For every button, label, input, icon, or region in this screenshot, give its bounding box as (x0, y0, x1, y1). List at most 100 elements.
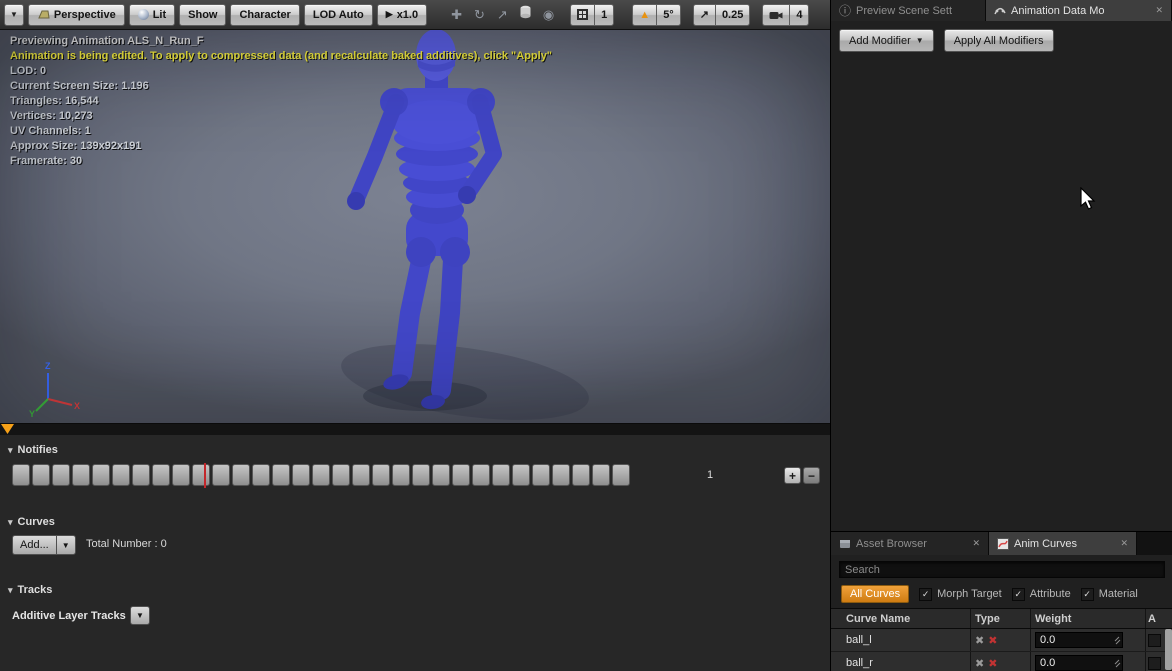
notify-track-cell[interactable] (452, 464, 470, 486)
edit-warning-text: Animation is being edited. To apply to c… (10, 49, 552, 64)
notify-track-cell[interactable] (352, 464, 370, 486)
scale-snap-toggle[interactable]: ↗ (693, 4, 715, 26)
material-filter[interactable]: ✓ Material (1081, 588, 1138, 601)
lod-auto-button[interactable]: LOD Auto (304, 4, 373, 26)
camera-speed-toggle[interactable] (762, 4, 789, 26)
framerate-text: Framerate: 30 (10, 154, 552, 169)
column-type[interactable]: Type (971, 609, 1031, 628)
translate-tool-icon[interactable]: ✚ (447, 7, 466, 23)
notify-track-cell[interactable] (592, 464, 610, 486)
column-auto[interactable]: A (1146, 613, 1172, 625)
weight-input[interactable]: 0.0 (1035, 655, 1123, 671)
close-tab-icon[interactable]: ✕ (1112, 538, 1128, 549)
notify-track-cell[interactable] (612, 464, 630, 486)
notify-track-cell[interactable] (272, 464, 290, 486)
playback-speed-button[interactable]: ▶ x1.0 (377, 4, 427, 26)
notify-track-cell[interactable] (432, 464, 450, 486)
notify-track-cell[interactable] (332, 464, 350, 486)
additive-tracks-dropdown[interactable]: ▼ (130, 606, 150, 625)
column-weight[interactable]: Weight (1031, 609, 1146, 628)
add-curve-button[interactable]: Add... (12, 535, 56, 555)
notify-track-cell[interactable] (92, 464, 110, 486)
search-input[interactable] (839, 561, 1165, 578)
notify-track-cell[interactable] (212, 464, 230, 486)
play-icon: ▶ (386, 9, 393, 20)
table-row[interactable]: ball_r ✖ ✖ 0.0 (831, 652, 1172, 671)
auto-checkbox[interactable] (1148, 634, 1161, 647)
tracks-header-label: Tracks (18, 584, 53, 596)
playhead[interactable] (204, 463, 206, 488)
notify-track-cell[interactable] (32, 464, 50, 486)
notify-track-cell[interactable] (232, 464, 250, 486)
notify-track-cells[interactable] (12, 464, 630, 488)
notify-track-cell[interactable] (532, 464, 550, 486)
character-mesh (0, 30, 830, 423)
viewport-options-button[interactable]: ▼ (4, 4, 24, 26)
camera-speed-group: 4 (762, 4, 809, 26)
notify-track-cell[interactable] (152, 464, 170, 486)
expander-icon: ▾ (8, 445, 13, 456)
angle-snap-value[interactable]: 5° (656, 4, 681, 26)
notify-track-cell[interactable] (552, 464, 570, 486)
morph-cross-icon: ✖ (975, 657, 984, 670)
character-label: Character (239, 9, 290, 21)
notify-track-cell[interactable] (132, 464, 150, 486)
apply-all-modifiers-button[interactable]: Apply All Modifiers (944, 29, 1054, 52)
column-curve-name[interactable]: Curve Name (831, 609, 971, 628)
notify-track-cell[interactable] (292, 464, 310, 486)
morph-target-filter[interactable]: ✓ Morph Target (919, 588, 1002, 601)
add-curve-dropdown[interactable]: ▼ (56, 535, 76, 555)
notify-track-cell[interactable] (72, 464, 90, 486)
notify-track-cell[interactable] (112, 464, 130, 486)
character-button[interactable]: Character (230, 4, 299, 26)
auto-checkbox[interactable] (1148, 657, 1161, 670)
angle-snap-toggle[interactable]: ▲ (632, 4, 656, 26)
lit-mode-button[interactable]: Lit (129, 4, 175, 26)
notify-track-cell[interactable] (12, 464, 30, 486)
notify-track-cell[interactable] (172, 464, 190, 486)
tracks-section-header[interactable]: ▾ Tracks (8, 584, 52, 596)
scale-snap-value[interactable]: 0.25 (715, 4, 750, 26)
weight-input[interactable]: 0.0 (1035, 632, 1123, 648)
notify-track-cell[interactable] (192, 464, 210, 486)
show-button[interactable]: Show (179, 4, 226, 26)
scale-tool-icon[interactable]: ↗ (493, 7, 512, 23)
tab-anim-curves[interactable]: Anim Curves ✕ (989, 532, 1137, 555)
close-tab-icon[interactable]: ✕ (964, 538, 980, 549)
total-number-label: Total Number : 0 (86, 538, 167, 550)
notify-track-cell[interactable] (472, 464, 490, 486)
grid-snap-value[interactable]: 1 (594, 4, 614, 26)
camera-speed-value[interactable]: 4 (789, 4, 809, 26)
notify-track-cell[interactable] (52, 464, 70, 486)
notify-track-cell[interactable] (312, 464, 330, 486)
notify-track-cell[interactable] (492, 464, 510, 486)
notify-track-cell[interactable] (372, 464, 390, 486)
notify-track-cell[interactable] (512, 464, 530, 486)
vertical-scrollbar[interactable] (1165, 629, 1172, 670)
rotate-tool-icon[interactable]: ↻ (470, 7, 489, 23)
add-modifier-button[interactable]: Add Modifier ▼ (839, 29, 934, 52)
surface-snap-icon[interactable]: ◉ (539, 7, 558, 23)
close-tab-icon[interactable]: ✕ (1147, 5, 1163, 16)
attribute-filter[interactable]: ✓ Attribute (1012, 588, 1071, 601)
add-notify-track-button[interactable]: + (784, 467, 801, 484)
grid-snap-toggle[interactable] (570, 4, 594, 26)
tab-asset-browser[interactable]: Asset Browser ✕ (831, 532, 989, 555)
all-curves-filter[interactable]: All Curves (841, 585, 909, 603)
tab-preview-scene-settings[interactable]: ⓘ Preview Scene Sett (831, 0, 986, 21)
curve-table-header: Curve Name Type Weight A (831, 608, 1172, 629)
coordinate-system-icon[interactable] (516, 5, 535, 24)
scrub-marker[interactable] (1, 424, 14, 434)
notifies-section-header[interactable]: ▾ Notifies (8, 444, 58, 456)
curves-section-header[interactable]: ▾ Curves (8, 516, 55, 528)
scrub-bar[interactable] (0, 424, 830, 435)
perspective-button[interactable]: Perspective (28, 4, 125, 26)
remove-notify-track-button[interactable]: − (803, 467, 820, 484)
notify-track-cell[interactable] (252, 464, 270, 486)
table-row[interactable]: ball_l ✖ ✖ 0.0 (831, 629, 1172, 652)
notify-track-cell[interactable] (392, 464, 410, 486)
notify-track-cell[interactable] (572, 464, 590, 486)
viewport-3d[interactable]: Previewing Animation ALS_N_Run_F Animati… (0, 30, 830, 423)
notify-track-cell[interactable] (412, 464, 430, 486)
tab-animation-data-modifiers[interactable]: Animation Data Mo ✕ (986, 0, 1172, 21)
